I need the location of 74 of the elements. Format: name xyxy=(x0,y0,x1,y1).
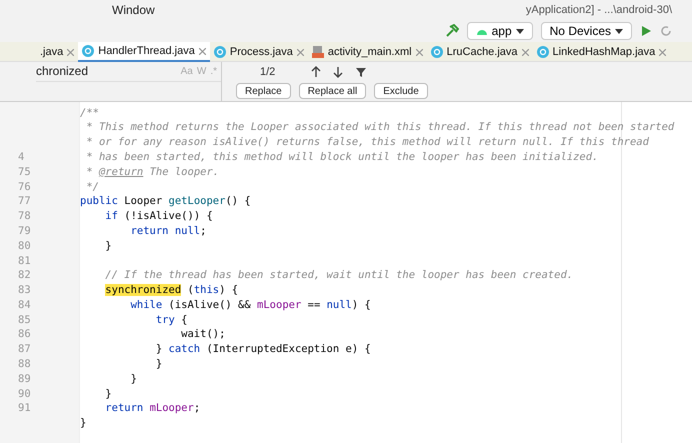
search-field[interactable]: chronized xyxy=(36,62,181,80)
android-icon xyxy=(476,27,488,35)
line-number: 88 xyxy=(18,357,31,372)
code-line: } xyxy=(104,238,112,254)
line-number: 83 xyxy=(18,283,31,298)
line-number: 90 xyxy=(18,386,31,402)
editor-tab[interactable]: LinkedHashMap.java xyxy=(532,42,670,62)
line-number: 89 xyxy=(18,372,31,387)
code-line: */ xyxy=(85,180,99,195)
close-icon[interactable] xyxy=(522,48,529,56)
line-number: 4 xyxy=(18,150,24,165)
line-number: 87 xyxy=(18,342,31,358)
code-line: public Looper getLooper() { xyxy=(80,194,251,210)
up-arrow-icon[interactable] xyxy=(311,66,322,78)
caret-icon xyxy=(615,28,623,34)
close-icon[interactable] xyxy=(198,48,206,54)
close-icon[interactable] xyxy=(659,48,666,56)
line-number: 86 xyxy=(18,327,31,342)
code-line: } catch (InterruptedException e) { xyxy=(154,342,371,358)
line-number: 81 xyxy=(18,254,31,268)
down-arrow-icon[interactable] xyxy=(333,66,344,78)
code-line: * @return The looper. xyxy=(85,164,220,180)
class-icon xyxy=(214,46,226,58)
code-line: return mLooper; xyxy=(104,401,200,416)
code-line: } xyxy=(80,416,86,432)
filter-icon[interactable] xyxy=(355,66,368,78)
line-number: 84 xyxy=(18,298,31,313)
class-icon xyxy=(536,46,549,58)
caret-icon xyxy=(516,28,524,34)
code-line: synchronized (this) { xyxy=(104,283,238,298)
window-title: yApplication2] - ...\android-30\ xyxy=(526,2,673,18)
code-line: } xyxy=(154,357,162,372)
line-number: 85 xyxy=(18,312,31,328)
device-dropdown[interactable]: No Devices xyxy=(540,22,632,40)
layout-file-icon xyxy=(312,46,324,58)
find-replace-button[interactable]: Replace xyxy=(236,83,291,100)
code-line: * or for any reason isAlive() returns false, this method will return null. If this thread xyxy=(85,135,649,150)
close-icon[interactable] xyxy=(296,48,304,56)
close-icon[interactable] xyxy=(67,48,74,56)
editor-tab[interactable]: activity_main.xml xyxy=(308,42,427,62)
run-icon[interactable] xyxy=(640,25,652,37)
line-number: 82 xyxy=(18,268,31,284)
configuration-dropdown[interactable]: app xyxy=(466,22,533,40)
code-line: * This method returns the Looper associated with this thread. If this thread not been started xyxy=(85,120,674,136)
code-line: /** xyxy=(80,106,99,121)
find-replace-button[interactable]: Replace all xyxy=(298,83,366,100)
code-line: // If the thread has been started, wait until the looper has been created. xyxy=(104,268,574,284)
line-number: 79 xyxy=(18,224,31,239)
editor-tab[interactable]: HandlerThread.java xyxy=(78,42,210,62)
code-line: } xyxy=(104,386,112,402)
line-number: 76 xyxy=(18,180,31,195)
code-line: wait(); xyxy=(180,327,226,342)
editor-tab[interactable]: Process.java xyxy=(210,42,308,62)
code-line: } xyxy=(130,372,137,387)
code-line: if (!isAlive()) { xyxy=(104,209,213,224)
menu-item[interactable]: Window xyxy=(112,1,155,19)
line-number: 80 xyxy=(18,238,31,254)
line-number: 77 xyxy=(18,194,31,210)
class-icon xyxy=(430,46,443,58)
code-line: try { xyxy=(154,312,188,328)
editor-tab[interactable]: .java xyxy=(36,42,78,62)
hammer-icon[interactable] xyxy=(444,24,459,38)
editor-tab[interactable]: LruCache.java xyxy=(426,42,533,62)
match-count: 1/2 xyxy=(259,64,276,80)
class-icon xyxy=(82,45,94,57)
line-number: 78 xyxy=(18,209,31,224)
code-line: return null; xyxy=(130,224,206,239)
rerun-icon[interactable] xyxy=(660,25,672,37)
code-line: * has been started, this method will block until the looper has been initialized. xyxy=(85,150,598,165)
code-line: while (isAlive() && mLooper == null) { xyxy=(130,298,371,313)
line-number: 91 xyxy=(18,401,31,416)
find-replace-button[interactable]: Exclude xyxy=(374,83,428,100)
close-icon[interactable] xyxy=(416,48,423,56)
line-number: 75 xyxy=(18,164,31,180)
